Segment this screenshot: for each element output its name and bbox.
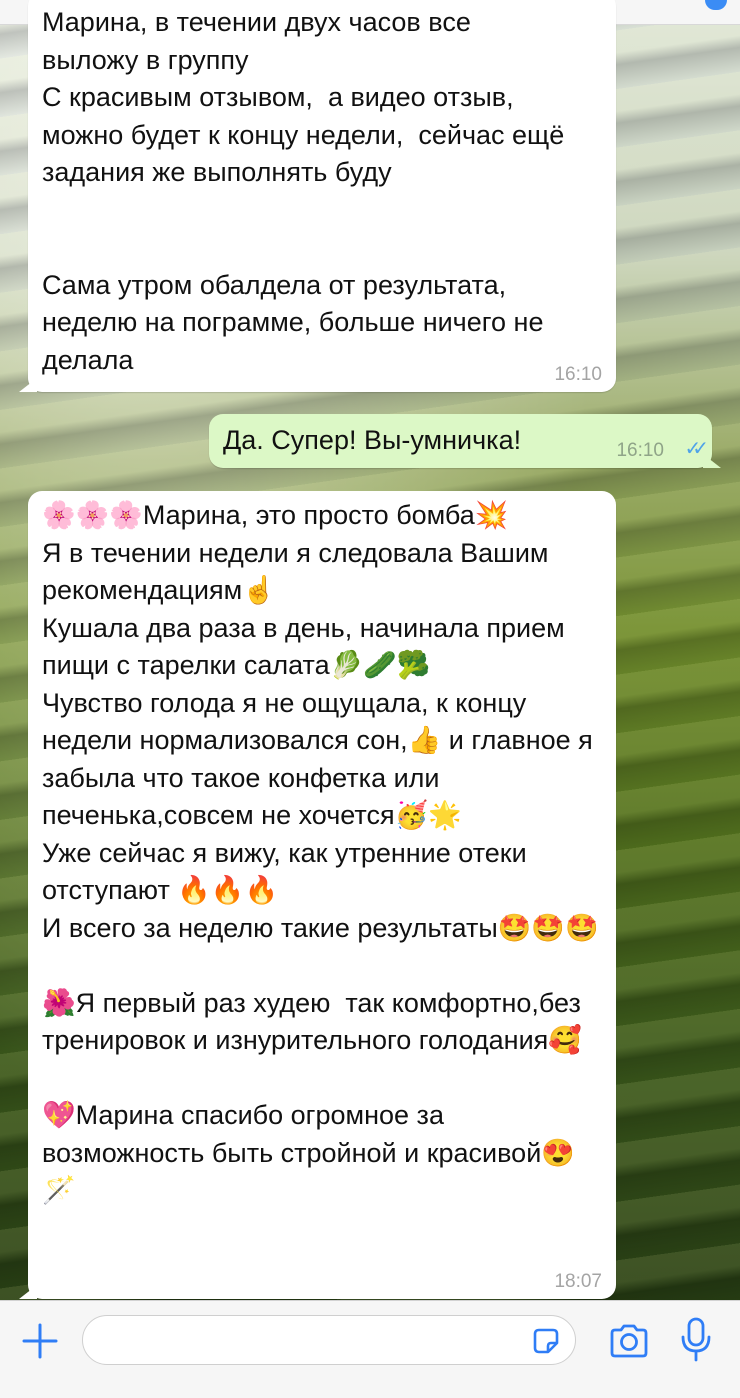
- camera-button[interactable]: [608, 1323, 650, 1359]
- plus-icon: [22, 1323, 58, 1359]
- message-bubble-incoming[interactable]: 🌸🌸🌸Марина, это просто бомба💥 Я в течении…: [19, 491, 616, 1299]
- sticker-icon: [533, 1328, 559, 1354]
- microphone-icon: [681, 1317, 711, 1362]
- attach-button[interactable]: [20, 1321, 60, 1361]
- header-badge: [705, 0, 727, 10]
- message-time: 18:07: [554, 1271, 602, 1292]
- sticker-button[interactable]: [531, 1326, 561, 1356]
- bubble-tail: [19, 378, 37, 392]
- microphone-button[interactable]: [680, 1317, 712, 1363]
- message-bubble-incoming[interactable]: Марина, в течении двух часов все выложу …: [19, 0, 616, 392]
- read-receipt-icon: ✓✓: [684, 438, 708, 460]
- message-input[interactable]: [82, 1315, 576, 1365]
- message-text: Марина, в течении двух часов все выложу …: [42, 7, 565, 375]
- bubble-tail: [703, 454, 721, 468]
- bubble-tail: [19, 1285, 37, 1299]
- message-time: 16:10: [616, 440, 664, 461]
- message-time: 16:10: [554, 364, 602, 385]
- message-bubble-outgoing[interactable]: Да. Супер! Вы-умничка! 16:10 ✓✓: [209, 414, 721, 468]
- camera-icon: [610, 1324, 648, 1358]
- composer-bar: [0, 1300, 740, 1398]
- message-text: 🌸🌸🌸Марина, это просто бомба💥 Я в течении…: [42, 500, 599, 1205]
